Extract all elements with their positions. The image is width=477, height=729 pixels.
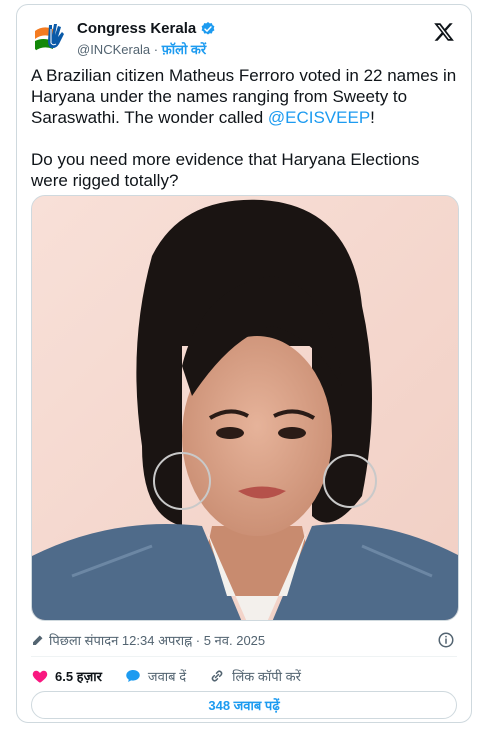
speech-bubble-icon [126, 670, 140, 682]
congress-hand-logo-icon [31, 17, 71, 57]
info-icon[interactable] [437, 631, 455, 649]
handle[interactable]: @INCKerala [77, 42, 150, 57]
account-names: Congress Kerala @INCKerala · फ़ॉलो करें [77, 20, 216, 58]
display-name[interactable]: Congress Kerala [77, 20, 196, 37]
separator: · [150, 42, 162, 57]
action-bar: 6.5 हज़ार जवाब दें लिंक कॉपी करें [31, 665, 457, 687]
reply-label: जवाब दें [147, 669, 187, 684]
edited-timestamp[interactable]: पिछला संपादन 12:34 अपराह्न · 5 नव. 2025 [49, 631, 265, 649]
link-icon [211, 670, 223, 682]
handle-row: @INCKerala · फ़ॉलो करें [77, 40, 216, 58]
pencil-icon [33, 635, 43, 645]
tweet-text: A Brazilian citizen Matheus Ferroro vote… [31, 65, 459, 191]
like-action[interactable]: 6.5 हज़ार [31, 667, 102, 685]
tweet-meta: पिछला संपादन 12:34 अपराह्न · 5 नव. 2025 [31, 630, 457, 650]
divider [31, 656, 457, 657]
copy-link-action[interactable]: लिंक कॉपी करें [208, 667, 301, 685]
reply-action[interactable]: जवाब दें [124, 667, 186, 685]
mention-link[interactable]: @ECISVEEP [268, 108, 370, 127]
heart-icon [32, 670, 48, 683]
tweet-photo[interactable] [31, 195, 459, 621]
copy-link-label: लिंक कॉपी करें [232, 669, 301, 684]
portrait-photo [32, 196, 458, 620]
follow-button[interactable]: फ़ॉलो करें [162, 42, 206, 57]
x-logo-icon[interactable] [433, 21, 455, 43]
embedded-tweet-card: Congress Kerala @INCKerala · फ़ॉलो करें … [16, 4, 472, 723]
tweet-header: Congress Kerala @INCKerala · फ़ॉलो करें [31, 17, 457, 57]
tweet-text-part1: A Brazilian citizen Matheus Ferroro vote… [31, 66, 461, 127]
verified-badge-icon [201, 21, 215, 35]
like-count: 6.5 हज़ार [55, 669, 102, 684]
display-name-row[interactable]: Congress Kerala [77, 20, 216, 37]
read-replies-button[interactable]: 348 जवाब पढ़ें [31, 691, 457, 719]
avatar[interactable] [31, 17, 71, 57]
